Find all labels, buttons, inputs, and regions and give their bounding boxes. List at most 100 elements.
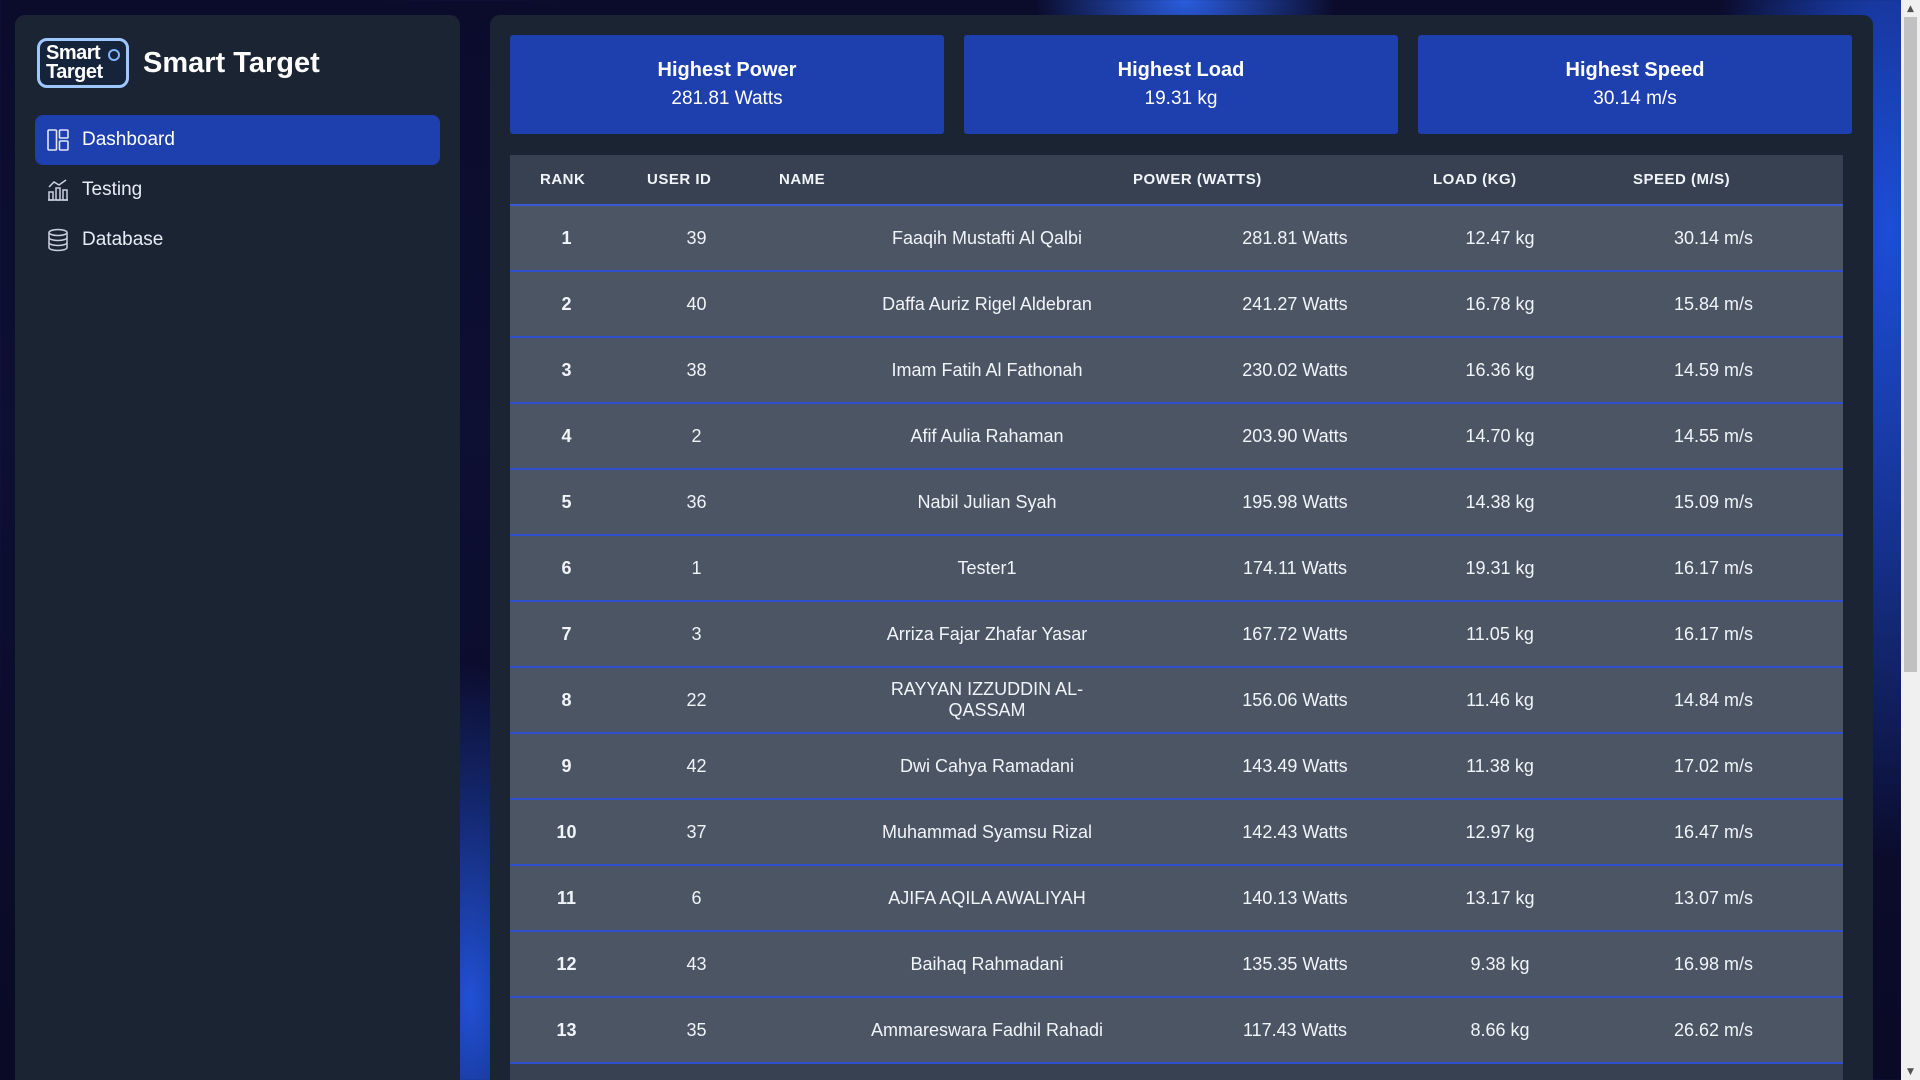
table-row: 1 39 Faaqih Mustafti Al Qalbi 281.81 Watts 1… [510, 205, 1843, 271]
rank-cell: 8 [561, 689, 572, 710]
speed-cell: 16.17 m/s [1673, 623, 1754, 644]
power-cell: 195.98 Watts [1242, 491, 1348, 512]
sidebar-nav: Dashboard Testing Database [35, 115, 440, 265]
sidebar-item-testing[interactable]: Testing [35, 165, 440, 215]
table-row: 8 22 RAYYAN IZZUDDIN AL-QASSAM 156.06 Watts… [510, 667, 1843, 733]
stat-card-title: Highest Power [657, 59, 797, 81]
logo-line-2: Target [46, 61, 103, 83]
table-row: 12 43 Baihaq Rahmadani 135.35 Watts 9.38 kg 1… [510, 931, 1843, 997]
rank-cell: 11 [556, 887, 577, 908]
user-id-cell: 42 [686, 755, 707, 776]
load-cell: 14.38 kg [1465, 491, 1535, 512]
scrollbar-thumb[interactable] [1904, 17, 1917, 672]
user-id-cell: 1 [691, 557, 702, 578]
brand[interactable]: Smart Target Smart Target [37, 38, 320, 88]
speed-cell: 16.17 m/s [1673, 557, 1754, 578]
user-id-cell: 43 [686, 953, 707, 974]
speed-cell: 17.02 m/s [1673, 755, 1754, 776]
power-cell: 241.27 Watts [1242, 293, 1348, 314]
power-cell: 230.02 Watts [1242, 359, 1348, 380]
load-cell: 9.38 kg [1470, 953, 1530, 974]
rank-cell: 9 [561, 755, 572, 776]
column-header-speed: SPEED (M/S) [1583, 155, 1843, 206]
user-id-cell: 39 [686, 227, 707, 248]
column-header-power: POWER (WATTS) [1118, 155, 1418, 206]
user-id-cell: 3 [691, 623, 702, 644]
table-row: 9 42 Dwi Cahya Ramadani 143.49 Watts 11.38 k… [510, 733, 1843, 799]
table-row: 6 1 Tester1 174.11 Watts 19.31 kg 16.17 m/s [510, 535, 1843, 601]
load-cell: 16.78 kg [1465, 293, 1535, 314]
rank-cell: 6 [561, 557, 572, 578]
load-cell: 11.38 kg [1466, 755, 1534, 776]
stat-card-value: 19.31 kg [1144, 88, 1218, 109]
power-cell: 140.13 Watts [1242, 887, 1348, 908]
power-cell: 156.06 Watts [1242, 689, 1348, 710]
power-cell: 135.35 Watts [1242, 953, 1348, 974]
stat-card-highest-power: Highest Power 281.81 Watts [510, 35, 944, 134]
stat-card-highest-load: Highest Load 19.31 kg [964, 35, 1398, 134]
rank-cell: 13 [556, 1019, 577, 1040]
speed-cell: 15.09 m/s [1673, 491, 1754, 512]
table-row: 10 37 Muhammad Syamsu Rizal 142.43 Watts 12.… [510, 799, 1843, 865]
rank-cell: 4 [561, 425, 572, 446]
speed-cell: 13.07 m/s [1673, 887, 1754, 908]
table-header-row: RANK USER ID NAME POWER (WATTS) LOAD (KG… [510, 155, 1843, 206]
power-cell: 142.43 Watts [1242, 821, 1348, 842]
sidebar-item-database[interactable]: Database [35, 215, 440, 265]
column-header-name: NAME [772, 155, 1118, 206]
rank-cell: 10 [556, 821, 577, 842]
name-cell: RAYYAN IZZUDDIN AL-QASSAM [890, 679, 1084, 720]
load-cell: 12.47 kg [1465, 227, 1535, 248]
load-cell: 13.17 kg [1465, 887, 1535, 908]
sidebar: Smart Target Smart Target Dashboard Test… [15, 15, 460, 1080]
scroll-up-icon[interactable]: ▲ [1901, 0, 1920, 17]
user-id-cell: 2 [691, 425, 702, 446]
name-cell: Daffa Auriz Rigel Aldebran [882, 293, 1092, 314]
speed-cell: 16.47 m/s [1673, 821, 1754, 842]
sidebar-item-dashboard[interactable]: Dashboard [35, 115, 440, 165]
rank-cell: 3 [561, 359, 572, 380]
chart-icon [45, 177, 71, 203]
power-cell: 143.49 Watts [1242, 755, 1348, 776]
leaderboard-table: RANK USER ID NAME POWER (WATTS) LOAD (KG… [510, 155, 1843, 1064]
app-logo: Smart Target [37, 38, 129, 88]
rank-cell: 7 [561, 623, 572, 644]
load-cell: 11.05 kg [1466, 623, 1534, 644]
stat-card-title: Highest Load [1117, 59, 1245, 81]
sidebar-item-label: Database [82, 229, 164, 250]
user-id-cell: 35 [686, 1019, 707, 1040]
name-cell: Imam Fatih Al Fathonah [891, 359, 1083, 380]
rank-cell: 12 [556, 953, 577, 974]
table-row: 3 38 Imam Fatih Al Fathonah 230.02 Watts 16.… [510, 337, 1843, 403]
load-cell: 19.31 kg [1465, 557, 1535, 578]
name-cell: Nabil Julian Syah [917, 491, 1057, 512]
rank-cell: 5 [561, 491, 572, 512]
load-cell: 14.70 kg [1465, 425, 1535, 446]
name-cell: Dwi Cahya Ramadani [899, 755, 1075, 776]
table-row: 5 36 Nabil Julian Syah 195.98 Watts 14.38 kg… [510, 469, 1843, 535]
speed-cell: 14.84 m/s [1673, 689, 1754, 710]
speed-cell: 14.59 m/s [1673, 359, 1754, 380]
table-row: 11 6 AJIFA AQILA AWALIYAH 140.13 Watts 13.17… [510, 865, 1843, 931]
power-cell: 167.72 Watts [1242, 623, 1348, 644]
stat-cards: Highest Power 281.81 Watts Highest Load … [510, 35, 1852, 134]
rank-cell: 2 [561, 293, 572, 314]
stat-card-highest-speed: Highest Speed 30.14 m/s [1418, 35, 1852, 134]
scroll-down-icon[interactable]: ▼ [1901, 1063, 1920, 1080]
speed-cell: 30.14 m/s [1673, 227, 1754, 248]
power-cell: 203.90 Watts [1242, 425, 1348, 446]
sidebar-item-label: Dashboard [82, 129, 175, 150]
user-id-cell: 22 [686, 689, 707, 710]
page-scrollbar[interactable]: ▲ ▼ [1901, 0, 1920, 1080]
name-cell: Arriza Fajar Zhafar Yasar [886, 623, 1088, 644]
user-id-cell: 36 [686, 491, 707, 512]
speed-cell: 15.84 m/s [1673, 293, 1754, 314]
column-header-load: LOAD (KG) [1418, 155, 1583, 206]
power-cell: 117.43 Watts [1242, 1019, 1348, 1040]
rank-cell: 1 [561, 227, 572, 248]
load-cell: 16.36 kg [1465, 359, 1535, 380]
logo-target-dot [108, 49, 120, 61]
name-cell: Baihaq Rahmadani [910, 953, 1064, 974]
table-row: 7 3 Arriza Fajar Zhafar Yasar 167.72 Watts 1… [510, 601, 1843, 667]
table-row: 2 40 Daffa Auriz Rigel Aldebran 241.27 Watt… [510, 271, 1843, 337]
